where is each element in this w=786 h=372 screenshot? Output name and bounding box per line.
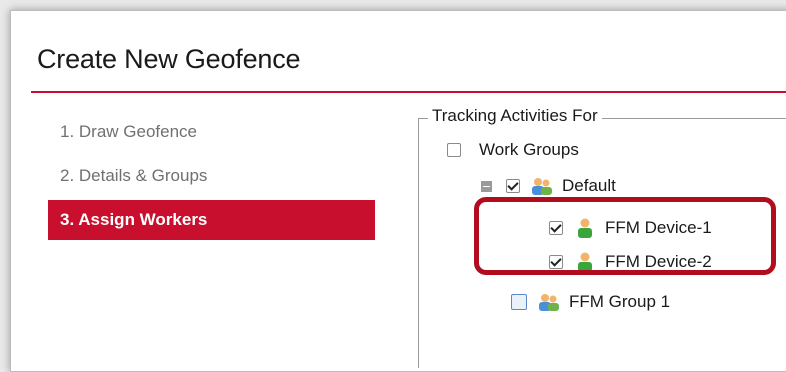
title-divider (31, 91, 786, 93)
fieldset-border-left (418, 118, 419, 368)
default-group-label: Default (562, 176, 616, 195)
group-1-label: FFM Group 1 (569, 292, 671, 311)
group-icon (537, 292, 561, 312)
tree-row-group-1: FFM Group 1 (511, 292, 670, 312)
tracking-legend: Tracking Activities For (428, 106, 602, 126)
work-groups-checkbox[interactable] (447, 143, 461, 157)
default-checkbox[interactable] (506, 179, 520, 193)
wizard-steps: 1. Draw Geofence 2. Details & Groups 3. … (48, 112, 378, 244)
highlight-callout (474, 197, 776, 275)
group-icon (530, 176, 554, 196)
tree-row-default: Default (481, 176, 616, 196)
step-draw-geofence[interactable]: 1. Draw Geofence (48, 112, 378, 152)
collapse-icon[interactable] (481, 180, 492, 192)
tree-row-work-groups: Work Groups (447, 140, 579, 160)
work-groups-label: Work Groups (479, 140, 579, 159)
group-1-checkbox[interactable] (511, 294, 527, 310)
step-details-groups[interactable]: 2. Details & Groups (48, 156, 378, 196)
page-title: Create New Geofence (37, 44, 301, 74)
step-assign-workers[interactable]: 3. Assign Workers (48, 200, 375, 240)
